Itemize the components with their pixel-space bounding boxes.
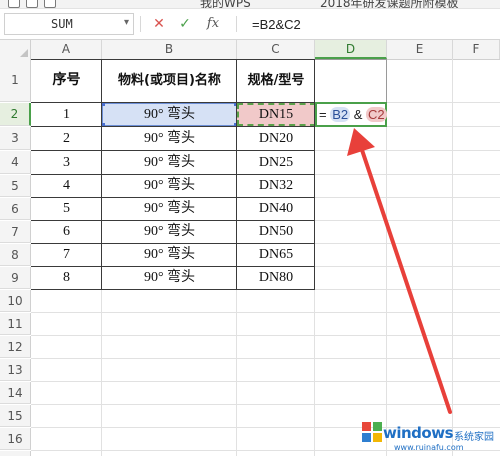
watermark-brand: windows <box>383 424 454 442</box>
watermark-sub: 系统家园 <box>454 432 494 443</box>
watermark-url: www.ruinafu.com <box>394 443 464 452</box>
arrow-shaft <box>360 148 452 414</box>
watermark: windows 系统家园 www.ruinafu.com <box>360 408 500 456</box>
annotation-arrow <box>347 128 452 414</box>
spreadsheet-window: 我的WPS 2018年研发课题所附模板 SUM ▾ ✕ ✓ fx A B C D… <box>0 0 500 456</box>
windows-logo-icon <box>362 422 382 442</box>
